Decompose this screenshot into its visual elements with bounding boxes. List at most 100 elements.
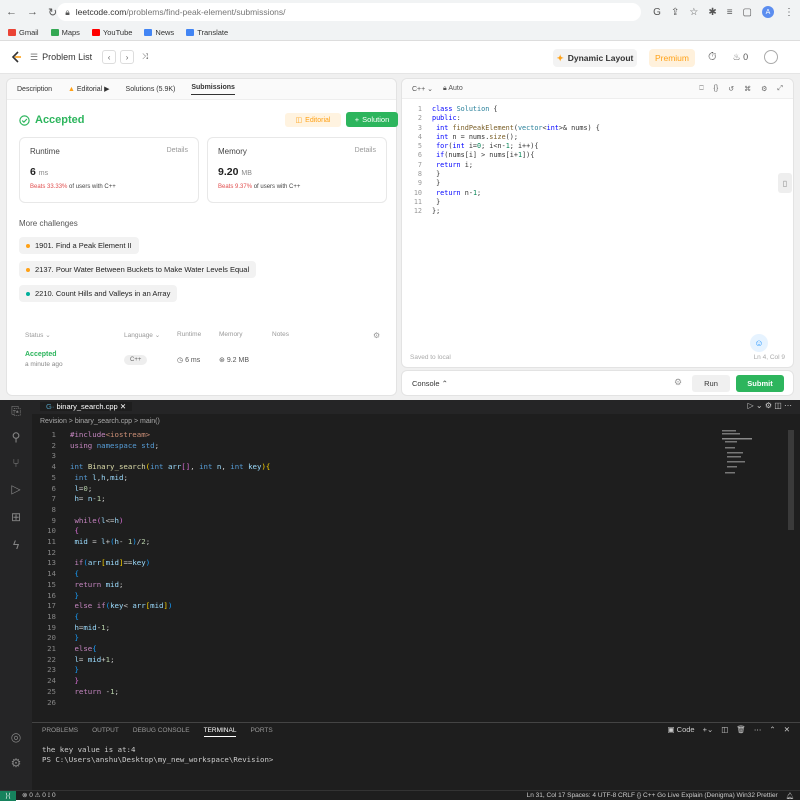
search-icon[interactable]: ⚲ [8,430,24,446]
solution-button-label: Solution [362,115,390,124]
status-problems[interactable]: ⊗ 0 ⚠ 0 ⟟ 0 [22,791,56,800]
problem-list-link[interactable]: Problem List [42,52,92,62]
leetcode-logo-icon[interactable] [10,51,22,63]
problem-list-icon[interactable]: ☰ [30,52,38,63]
profile-avatar[interactable]: A [762,6,774,18]
forward-icon[interactable]: → [27,6,38,19]
bookmark-item[interactable]: Maps [50,28,80,37]
new-terminal-icon[interactable]: +⌄ [703,725,714,734]
bookmark-item[interactable]: YouTube [91,28,132,37]
maximize-icon[interactable]: ⌃ [769,725,775,734]
status-column[interactable]: Status ⌄ [25,331,51,339]
reload-icon[interactable]: ↻ [48,6,57,19]
tab-submissions[interactable]: Submissions [191,84,235,95]
language-column[interactable]: Language ⌄ [124,331,160,339]
submit-button[interactable]: Submit [736,375,784,392]
tab-ports[interactable]: PORTS [250,727,272,737]
tab-terminal[interactable]: TERMINAL [203,727,237,737]
star-icon[interactable]: ☆ [689,7,698,18]
shortcuts-icon[interactable]: ⌘ [744,85,751,93]
back-icon[interactable]: ← [6,6,17,19]
challenge-item[interactable]: 2210. Count Hills and Valleys in an Arra… [19,285,178,302]
run-button[interactable]: Run [692,375,730,392]
account-icon[interactable]: ◎ [8,730,24,746]
vscode-editor[interactable]: 1 #include<iostream> 2 using namespace std… [40,430,270,708]
editor-scrollbar[interactable] [788,430,794,530]
console-toggle[interactable]: Console ⌃ [412,379,448,388]
bell-icon[interactable]: 🔔︎ [786,792,794,800]
settings-icon[interactable]: ⚙ [373,331,380,340]
challenge-item[interactable]: 2137. Pour Water Between Buckets to Make… [19,261,257,278]
reset-icon[interactable]: ↺ [728,85,734,93]
source-control-icon[interactable]: ⑂ [8,456,24,472]
tab-problems[interactable]: PROBLEMS [42,727,78,737]
google-icon[interactable]: G [653,7,661,18]
bookmark-item[interactable]: Translate [186,28,228,37]
chat-icon[interactable]: ☺ [750,334,768,352]
user-avatar[interactable] [764,50,779,64]
breadcrumb[interactable]: Revision > binary_search.cpp > main() [40,418,160,425]
prev-problem-button[interactable]: ‹ [102,50,117,64]
tab-debug-console[interactable]: DEBUG CONSOLE [133,727,190,737]
bookmark-icon[interactable]: ⎕ [699,85,703,93]
editorial-button[interactable]: ◫ Editorial [285,113,341,127]
media-icon[interactable]: ≡ [727,7,733,18]
premium-button[interactable]: Premium [649,49,695,67]
tab-output[interactable]: OUTPUT [92,727,119,737]
explorer-icon[interactable]: ⎘ [8,404,24,420]
terminal-output[interactable]: the key value is at:4 PS C:\Users\anshu\… [42,745,273,765]
code-editor[interactable]: 1 class Solution { 2 public: 3 int findPea… [408,105,600,217]
shuffle-icon[interactable]: ⤨ [138,50,152,64]
language-select[interactable]: C++ ⌄ [412,85,433,93]
runtime-details-link[interactable]: Details [167,147,188,154]
mode-value: Auto [448,84,463,92]
remote-icon[interactable]: ⟩⟨ [0,790,16,801]
memory-card[interactable]: Memory Details 9.20 MB Beats 9.37% of us… [207,137,387,203]
editorial-button-label: Editorial [305,116,331,124]
side-tab-icon[interactable]: ▯ [778,173,792,193]
share-icon[interactable]: ⇪ [671,7,679,18]
expand-icon[interactable]: ⤢ [777,85,783,93]
memory-details-link[interactable]: Details [355,147,376,154]
more-icon[interactable]: ⋯ [754,725,762,734]
tab-description[interactable]: Description [17,86,52,93]
lightning-icon[interactable]: ϟ [8,538,24,554]
manage-gear-icon[interactable]: ⚙ [8,756,24,772]
menu-icon[interactable]: ⋮ [784,7,794,18]
extensions-panel-icon[interactable]: ⊞ [8,510,24,526]
run-debug-icon[interactable]: ▷ [8,482,24,498]
split-terminal-icon[interactable]: ◫ [721,725,728,734]
submission-status[interactable]: Accepted [25,351,57,358]
bookmark-item[interactable]: Gmail [8,28,39,37]
editor-actions[interactable]: ▷ ⌄ ⚙ ◫ ⋯ [748,401,792,410]
code-settings-icon[interactable]: ⚙ [761,85,767,93]
bookmark-item[interactable]: News [144,28,174,37]
debug-icon[interactable]: ⚙ [674,377,682,388]
sidepanel-icon[interactable]: ▢ [743,7,752,18]
close-panel-icon[interactable]: ✕ [784,725,790,734]
editor-tab[interactable]: G· binary_search.cpp ✕ [40,402,133,411]
accepted-row: Accepted ◫ Editorial + Solution [19,111,398,129]
dynamic-layout-button[interactable]: ✦ Dynamic Layout [553,49,637,67]
tab-solutions[interactable]: Solutions (5.9K) [126,86,176,93]
dynamic-layout-label: Dynamic Layout [567,53,634,63]
status-right[interactable]: Ln 31, Col 17 Spaces: 4 UTF-8 CRLF {} C+… [527,792,778,799]
tab-editorial[interactable]: ▲ Editorial ▶ [68,85,110,93]
runtime-card[interactable]: Runtime Details 6 ms Beats 33.33% of use… [19,137,199,203]
submission-panel: Description ▲ Editorial ▶ Solutions (5.9… [6,78,398,396]
streak-points[interactable]: ♨ 0 [733,52,749,63]
next-problem-button[interactable]: › [120,50,135,64]
terminal-shell[interactable]: ▣ Code [668,725,695,734]
mode-select[interactable]: 🔒︎ Auto [443,85,463,93]
format-icon[interactable]: {} [714,85,719,93]
trash-icon[interactable]: 🗑︎ [736,725,746,734]
lock-icon: 🔒︎ [65,6,70,17]
challenge-item[interactable]: 1901. Find a Peak Element II [19,237,139,254]
address-bar[interactable]: 🔒︎ leetcode.com /problems/find-peak-elem… [57,3,642,21]
submission-row[interactable]: Accepted a minute ago C++ ◷ 6 ms ⊛ 9.2 M… [19,351,389,373]
solution-button[interactable]: + Solution [346,112,398,127]
minimap[interactable] [722,428,762,478]
timer-icon[interactable]: ⏱ [708,51,717,64]
cpp-file-icon: G· [46,402,55,411]
extensions-icon[interactable]: ✱ [708,7,716,18]
